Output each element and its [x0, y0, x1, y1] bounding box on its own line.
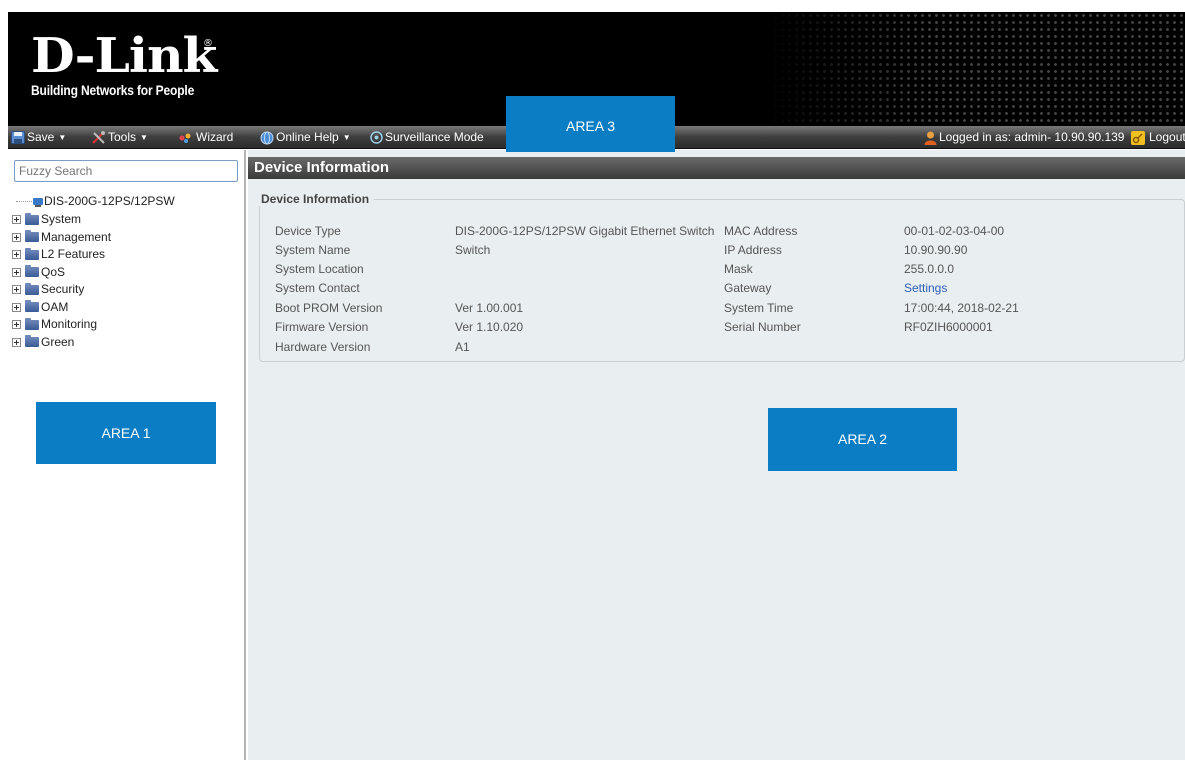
logo-tagline: Building Networks for People	[31, 82, 195, 98]
value-hardware-version: A1	[455, 340, 470, 354]
folder-icon	[25, 317, 39, 330]
chevron-down-icon: ▼	[342, 133, 351, 143]
value-serial-number: RF0ZIH6000001	[904, 320, 993, 334]
tree-list: System Management L2 Features QoS Securi…	[8, 211, 111, 351]
folder-icon	[25, 230, 39, 243]
sidebar-item-label: Monitoring	[41, 317, 98, 331]
tree-root-label: DIS-200G-12PS/12PSW	[44, 194, 175, 208]
wizard-button[interactable]: Wizard	[178, 130, 233, 145]
sidebar-item-label: OAM	[41, 299, 69, 314]
sidebar-item-green[interactable]: Green	[8, 334, 111, 352]
gateway-settings-link[interactable]: Settings	[904, 281, 947, 295]
online-help-menu[interactable]: Online Help ▼	[260, 130, 351, 145]
device-info-legend: Device Information	[256, 192, 375, 206]
save-label: Save	[27, 130, 55, 144]
label-system-location: System Location	[275, 262, 364, 276]
value-mask: 255.0.0.0	[904, 262, 955, 276]
label-boot-prom-version: Boot PROM Version	[275, 301, 383, 315]
folder-icon	[25, 212, 39, 225]
expand-icon[interactable]	[12, 232, 21, 242]
sidebar-item-monitoring[interactable]: Monitoring	[8, 316, 111, 334]
tools-label: Tools	[108, 130, 137, 144]
dlink-logo: D-Link ® Building Networks for People	[31, 32, 221, 98]
folder-icon	[25, 247, 39, 260]
online-help-label: Online Help	[276, 130, 339, 144]
header-mesh-decoration	[765, 12, 1185, 126]
expand-icon[interactable]	[12, 250, 21, 260]
value-ip-address: 10.90.90.90	[904, 243, 968, 257]
surveillance-icon	[370, 131, 383, 145]
expand-icon[interactable]	[12, 320, 21, 330]
logout-button[interactable]: Logout	[1131, 130, 1185, 145]
label-gateway: Gateway	[724, 281, 772, 295]
help-globe-icon	[260, 131, 274, 145]
fuzzy-search-input[interactable]	[14, 160, 238, 182]
device-info-fieldset	[259, 199, 1185, 362]
value-boot-prom-version: Ver 1.00.001	[455, 301, 524, 315]
label-mask: Mask	[724, 262, 753, 276]
tools-icon	[92, 131, 105, 145]
sidebar-item-label: L2 Features	[41, 247, 106, 261]
logout-label: Logout	[1149, 130, 1185, 144]
value-system-time: 17:00:44, 2018-02-21	[904, 301, 1019, 315]
label-system-time: System Time	[724, 301, 794, 315]
label-ip-address: IP Address	[724, 243, 782, 257]
expand-icon[interactable]	[12, 302, 21, 312]
save-menu[interactable]: Save ▼	[11, 130, 66, 145]
label-serial-number: Serial Number	[724, 320, 801, 334]
expand-icon[interactable]	[12, 337, 21, 347]
tree-root-device[interactable]: DIS-200G-12PS/12PSW	[32, 194, 175, 208]
expand-icon[interactable]	[12, 285, 21, 295]
area-2-label: AREA 2	[768, 408, 957, 471]
chevron-down-icon: ▼	[58, 133, 67, 143]
wizard-label: Wizard	[196, 130, 234, 144]
logo-wordmark: D-Link	[31, 28, 217, 84]
label-mac-address: MAC Address	[724, 224, 798, 238]
label-firmware-version: Firmware Version	[275, 320, 369, 334]
tree-connector	[16, 201, 32, 202]
value-firmware-version: Ver 1.10.020	[455, 320, 524, 334]
sidebar-item-l2-features[interactable]: L2 Features	[8, 246, 111, 264]
logged-in-status: Logged in as: admin- 10.90.90.139	[924, 130, 1124, 145]
folder-icon	[25, 335, 39, 348]
expand-icon[interactable]	[12, 267, 21, 277]
sidebar-item-label: Security	[41, 282, 85, 296]
sidebar-item-system[interactable]: System	[8, 211, 111, 229]
sidebar-item-label: System	[41, 212, 82, 226]
sidebar-item-label: QoS	[41, 264, 66, 279]
area-3-label: AREA 3	[506, 96, 675, 152]
sidebar-item-label: Green	[41, 334, 75, 349]
label-system-name: System Name	[275, 243, 351, 257]
user-icon	[924, 131, 937, 145]
save-icon	[11, 131, 25, 145]
key-icon	[1131, 130, 1145, 145]
wizard-icon	[179, 133, 191, 143]
label-system-contact: System Contact	[275, 281, 360, 295]
sidebar-item-label: Management	[41, 229, 112, 244]
sidebar-item-management[interactable]: Management	[8, 229, 111, 247]
registered-mark: ®	[203, 38, 213, 49]
page-title: Device Information	[248, 157, 1185, 179]
value-mac-address: 00-01-02-03-04-00	[904, 224, 1005, 238]
chevron-down-icon: ▼	[140, 133, 148, 143]
expand-icon[interactable]	[12, 215, 21, 225]
sidebar-item-security[interactable]: Security	[8, 281, 111, 299]
folder-icon	[25, 300, 39, 313]
sidebar-item-qos[interactable]: QoS	[8, 264, 111, 282]
label-device-type: Device Type	[275, 224, 341, 238]
switch-device-icon	[33, 197, 43, 207]
value-system-name: Switch	[455, 243, 491, 257]
value-device-type: DIS-200G-12PS/12PSW Gigabit Ethernet Swi…	[455, 224, 715, 238]
folder-icon	[25, 282, 39, 295]
surveillance-label: Surveillance Mode	[385, 130, 484, 144]
area-1-label: AREA 1	[36, 402, 216, 464]
logged-in-label: Logged in as: admin- 10.90.90.139	[939, 130, 1125, 144]
surveillance-mode-button[interactable]: Surveillance Mode	[370, 130, 484, 145]
folder-icon	[25, 265, 39, 278]
sidebar-item-oam[interactable]: OAM	[8, 299, 111, 317]
label-hardware-version: Hardware Version	[275, 340, 371, 354]
tools-menu[interactable]: Tools ▼	[92, 130, 148, 145]
